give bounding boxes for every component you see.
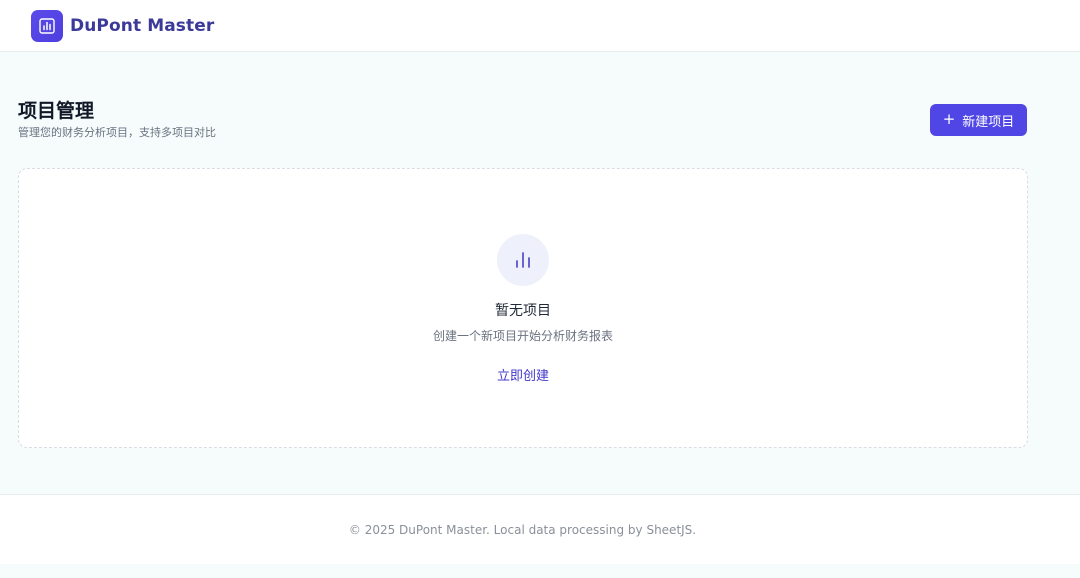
page-subtitle: 管理您的财务分析项目，支持多项目对比 bbox=[18, 126, 216, 139]
app-root: DuPont Master 项目管理 管理您的财务分析项目，支持多项目对比 + … bbox=[0, 0, 1080, 578]
footer-text: © 2025 DuPont Master. Local data process… bbox=[348, 522, 697, 537]
create-now-link[interactable]: 立即创建 bbox=[497, 369, 549, 384]
brand[interactable]: DuPont Master bbox=[31, 9, 215, 42]
bar-chart-icon bbox=[497, 234, 549, 286]
empty-state-action: 立即创建 bbox=[19, 365, 1027, 384]
empty-state-card: 暂无项目 创建一个新项目开始分析财务报表 立即创建 bbox=[18, 168, 1028, 448]
page-title: 项目管理 bbox=[18, 100, 95, 122]
main-content: 项目管理 管理您的财务分析项目，支持多项目对比 + 新建项目 暂无项目 创建一个… bbox=[0, 52, 1080, 494]
new-project-button[interactable]: + 新建项目 bbox=[930, 104, 1027, 136]
top-header: DuPont Master bbox=[0, 0, 1080, 52]
brand-name: DuPont Master bbox=[70, 15, 215, 36]
plus-icon: + bbox=[942, 110, 956, 128]
bottom-strip bbox=[0, 564, 1080, 578]
bar-chart-icon bbox=[31, 9, 63, 42]
empty-state-description: 创建一个新项目开始分析财务报表 bbox=[432, 329, 613, 343]
new-project-button-label: 新建项目 bbox=[962, 114, 1015, 130]
page-footer: © 2025 DuPont Master. Local data process… bbox=[0, 494, 1080, 564]
empty-state-title: 暂无项目 bbox=[495, 303, 551, 319]
page-heading: 项目管理 管理您的财务分析项目，支持多项目对比 bbox=[18, 98, 216, 140]
